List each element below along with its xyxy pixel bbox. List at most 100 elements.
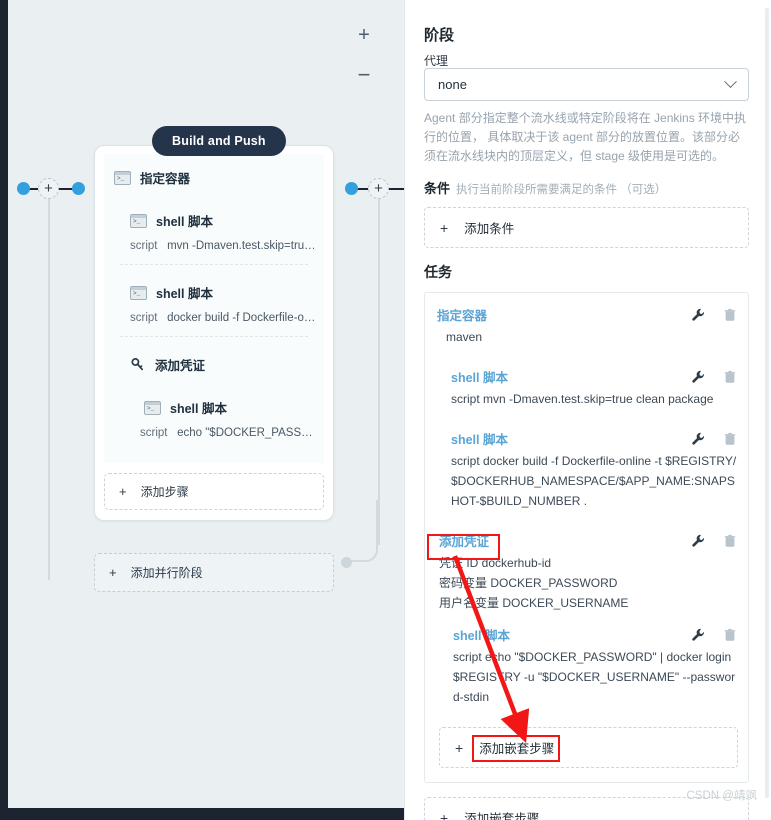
canvas-step-shell-2[interactable]: shell 脚本 (114, 283, 314, 302)
plus-icon: + (119, 484, 127, 499)
trash-icon[interactable] (723, 431, 738, 447)
tasks-list: 指定容器 maven shell 脚本 script mvn -Dmaven.t… (424, 292, 749, 783)
panel-scrollbar[interactable] (765, 8, 769, 798)
task-detail-line: script mvn -Dmaven.test.skip=true clean … (451, 392, 714, 406)
add-stage-plus-right[interactable]: + (368, 178, 389, 199)
plus-icon: + (440, 220, 449, 236)
canvas-step-label: 添加凭证 (155, 359, 206, 373)
canvas-step-label: shell 脚本 (170, 402, 227, 416)
key-icon (130, 357, 146, 373)
task-header: shell 脚本 (451, 367, 738, 386)
trash-icon[interactable] (723, 307, 738, 323)
task-row-credentials[interactable]: 添加凭证 凭证 ID dockerhub-id 密码变量 DOCKER_PASS… (437, 531, 738, 768)
task-actions (691, 307, 738, 323)
canvas-step-script-2: script docker build -f Dockerfile-o… (114, 312, 314, 324)
plus-icon: + (455, 740, 464, 756)
task-header: shell 脚本 (451, 429, 738, 448)
wrench-icon[interactable] (691, 627, 706, 643)
trash-icon[interactable] (723, 533, 738, 549)
task-title[interactable]: shell 脚本 (453, 625, 510, 644)
task-row[interactable]: shell 脚本 (437, 429, 738, 511)
task-title[interactable]: shell 脚本 (451, 367, 508, 386)
add-nested-step-label: 添加嵌套步骤 (479, 742, 555, 756)
script-value: mvn -Dmaven.test.skip=tru… (167, 240, 314, 252)
canvas-step-shell-1[interactable]: shell 脚本 (114, 211, 314, 230)
task-detail-line: 密码变量 DOCKER_PASSWORD (439, 576, 618, 590)
canvas-bottom-edge (0, 808, 404, 820)
panel-content: 阶段 代理 none Agent 部分指定整个流水线或特定阶段将在 Jenkin… (405, 0, 771, 820)
task-header: 添加凭证 (439, 531, 738, 550)
condition-section-header: 条件 执行当前阶段所需要满足的条件 （可选） (424, 178, 749, 197)
connector-vline-right (378, 190, 380, 545)
stage-name-badge[interactable]: Build and Push (152, 126, 286, 156)
trash-icon[interactable] (723, 627, 738, 643)
task-detail-line: 凭证 ID dockerhub-id (439, 556, 552, 570)
add-nested-step-label: 添加嵌套步骤 (464, 812, 540, 820)
task-detail-line: script echo "$DOCKER_PASSWORD" | docker … (453, 650, 736, 704)
canvas-step-shell-3[interactable]: shell 脚本 (114, 398, 314, 417)
task-actions (691, 369, 738, 385)
agent-help-text: Agent 部分指定整个流水线或特定阶段将在 Jenkins 环境中执行的位置，… (424, 111, 747, 163)
plus-icon: + (440, 810, 449, 820)
wrench-icon[interactable] (691, 307, 706, 323)
add-nested-step-button-inner[interactable]: + 添加嵌套步骤 (439, 727, 738, 768)
connector-vline-left (48, 190, 50, 580)
canvas-step-script-3: script echo "$DOCKER_PASS… (114, 427, 314, 439)
zoom-out-button[interactable]: − (352, 64, 376, 86)
task-row[interactable]: shell 脚本 (437, 367, 738, 409)
script-key: script (140, 427, 168, 439)
agent-select-value: none (438, 77, 467, 92)
add-parallel-label: 添加并行阶段 (130, 566, 203, 580)
add-condition-button[interactable]: + 添加条件 (424, 207, 749, 248)
connector-line-right-b (388, 188, 404, 190)
canvas-step-credentials[interactable]: 添加凭证 (114, 355, 314, 374)
pipeline-canvas[interactable]: + − + + Build and Push 指定容器 (0, 0, 404, 820)
terminal-icon (144, 400, 161, 415)
agent-select[interactable]: none (424, 68, 749, 101)
terminal-icon (114, 170, 131, 185)
script-value: echo "$DOCKER_PASS… (177, 427, 313, 439)
script-key: script (130, 240, 158, 252)
connector-elbow-dot (341, 557, 352, 568)
task-row-nested[interactable]: shell 脚本 script echo "$DOCKER_PASSWORD" … (439, 625, 738, 707)
connector-elbow-right (346, 500, 378, 562)
wrench-icon[interactable] (691, 369, 706, 385)
tasks-title: 任务 (424, 264, 452, 280)
condition-hint: 执行当前阶段所需要满足的条件 （可选） (456, 184, 667, 196)
canvas-step-container[interactable]: 指定容器 (114, 168, 314, 187)
agent-field-label: 代理 (424, 55, 449, 66)
wrench-icon[interactable] (691, 431, 706, 447)
connector-dot-left-outer (17, 182, 30, 195)
add-step-label: 添加步骤 (140, 485, 189, 499)
trash-icon[interactable] (723, 369, 738, 385)
task-title-credentials[interactable]: 添加凭证 (439, 531, 489, 550)
zoom-in-button[interactable]: + (352, 24, 376, 46)
add-stage-plus-left[interactable]: + (38, 178, 59, 199)
task-actions (691, 431, 738, 447)
add-parallel-stage-button[interactable]: + 添加并行阶段 (94, 553, 334, 592)
condition-title: 条件 (424, 181, 451, 196)
chevron-down-icon (724, 75, 737, 89)
task-detail-line: script docker build -f Dockerfile-online… (451, 454, 737, 508)
stage-config-panel: 阶段 代理 none Agent 部分指定整个流水线或特定阶段将在 Jenkin… (404, 0, 771, 820)
plus-icon: + (109, 565, 117, 580)
task-title[interactable]: 指定容器 (437, 305, 487, 324)
task-header: 指定容器 (437, 305, 738, 324)
task-title[interactable]: shell 脚本 (451, 429, 508, 448)
terminal-icon (130, 213, 147, 228)
stage-card[interactable]: 指定容器 shell 脚本 script mvn -Dmaven.test.sk… (94, 145, 334, 521)
task-detail-line: 用户名变量 DOCKER_USERNAME (439, 596, 629, 610)
task-row[interactable]: 指定容器 maven (437, 305, 738, 347)
script-value: docker build -f Dockerfile-o… (167, 312, 314, 324)
task-actions (691, 627, 738, 643)
task-actions (691, 533, 738, 549)
app-root: + − + + Build and Push 指定容器 (0, 0, 771, 820)
watermark: CSDN @靖飒 (686, 790, 757, 802)
canvas-step-label: shell 脚本 (156, 287, 213, 301)
canvas-left-edge (0, 0, 8, 820)
wrench-icon[interactable] (691, 533, 706, 549)
task-header: shell 脚本 (453, 625, 738, 644)
script-key: script (130, 312, 158, 324)
add-step-button[interactable]: + 添加步骤 (104, 473, 324, 510)
canvas-step-label: 指定容器 (140, 172, 191, 186)
